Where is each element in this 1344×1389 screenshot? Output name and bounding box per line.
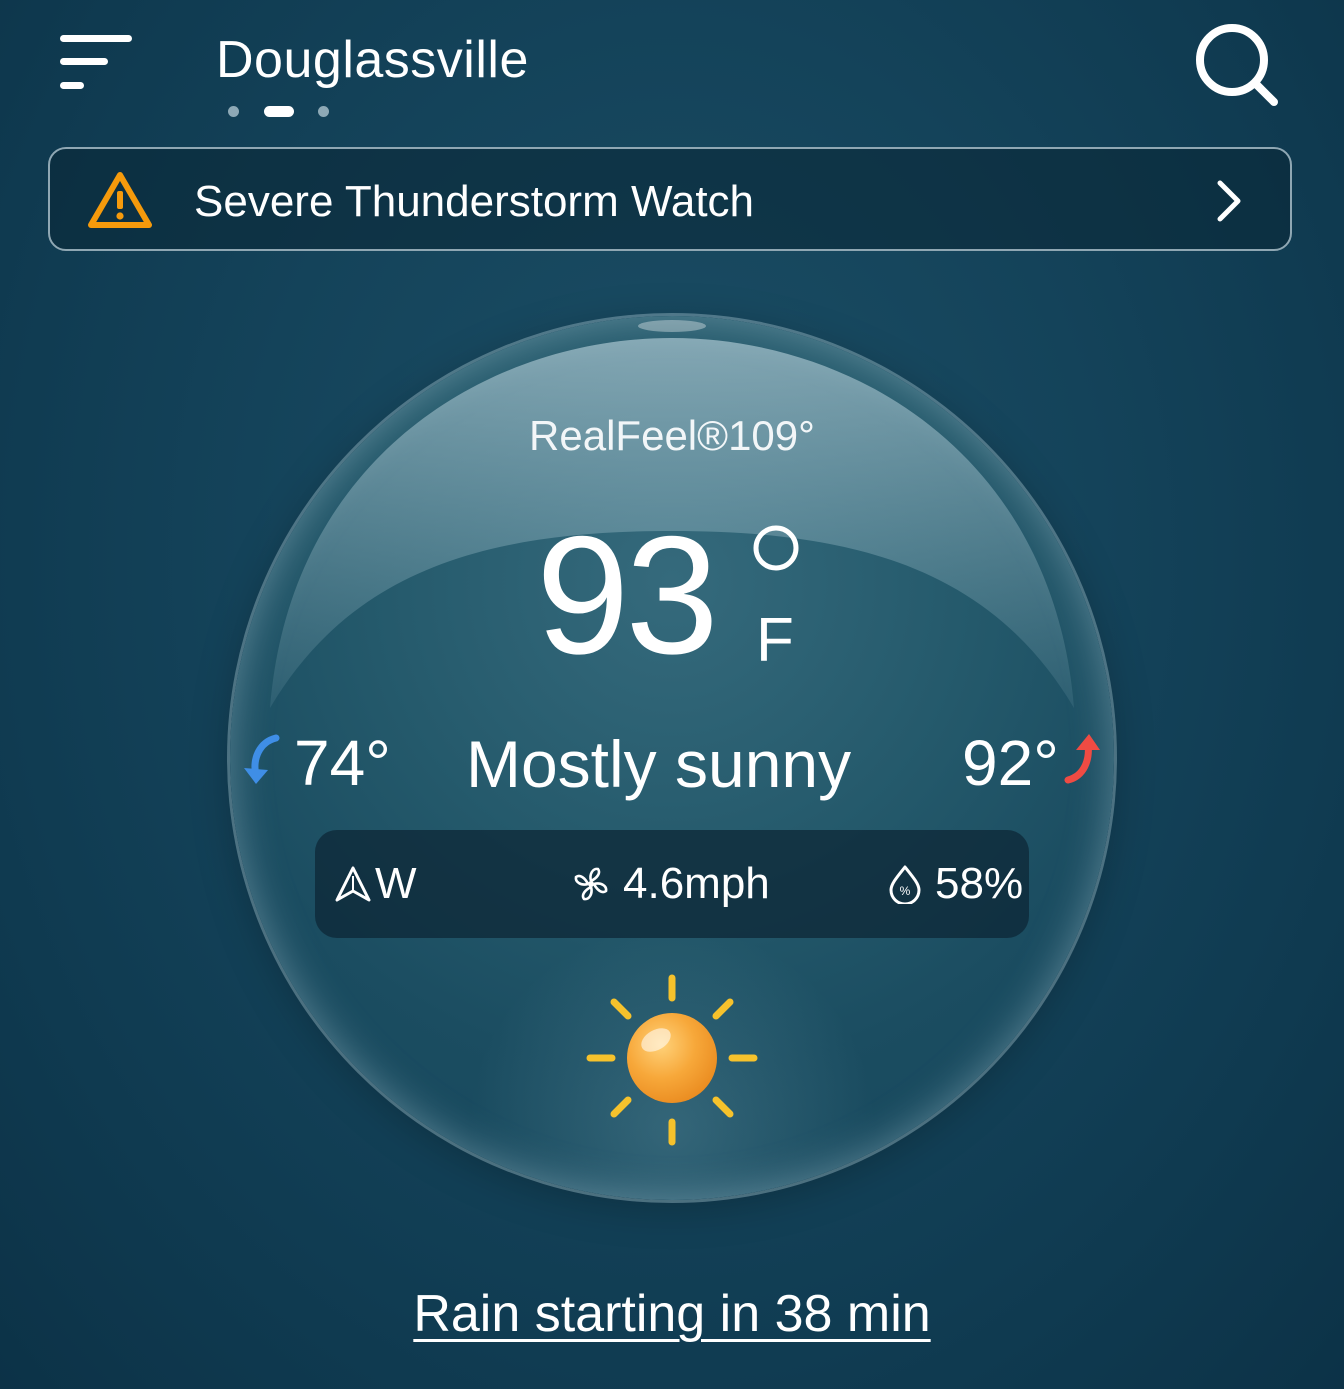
high-temperature: 92° <box>962 727 1059 799</box>
current-temperature: 93 <box>536 501 719 689</box>
wind-direction-icon <box>335 866 371 902</box>
search-button[interactable] <box>1194 22 1280 108</box>
low-temperature: 74° <box>294 727 391 799</box>
wind-fan-icon <box>574 867 608 901</box>
wind-speed: 4.6mph <box>623 859 770 908</box>
sun-icon <box>586 974 758 1146</box>
page-dot <box>318 106 329 117</box>
realfeel-temperature: RealFeel®109° <box>529 412 815 459</box>
severe-weather-alert[interactable]: Severe Thunderstorm Watch <box>48 147 1292 251</box>
minutecast-link[interactable]: Rain starting in 38 min <box>0 1282 1344 1346</box>
page-indicator <box>226 104 336 118</box>
degree-symbol-icon <box>753 525 799 571</box>
alert-text: Severe Thunderstorm Watch <box>194 177 755 226</box>
humidity-icon: % <box>889 865 921 904</box>
low-arrow-icon <box>244 734 280 784</box>
wind-direction: W <box>375 859 417 908</box>
high-arrow-icon <box>1064 734 1100 784</box>
menu-button[interactable] <box>58 32 134 94</box>
weather-condition: Mostly sunny <box>466 727 852 801</box>
page-dot <box>228 106 239 117</box>
svg-text:%: % <box>900 884 911 898</box>
humidity: 58% <box>935 859 1024 908</box>
temperature-unit: F <box>756 606 794 675</box>
location-title[interactable]: Douglassville <box>216 28 529 92</box>
page-dot-active <box>264 106 294 117</box>
search-icon <box>1196 24 1278 106</box>
menu-icon <box>60 35 132 89</box>
weather-stats-panel: W 4.6mph % 58% <box>315 830 1029 938</box>
warning-icon <box>88 172 152 228</box>
chevron-right-icon <box>1217 180 1241 222</box>
